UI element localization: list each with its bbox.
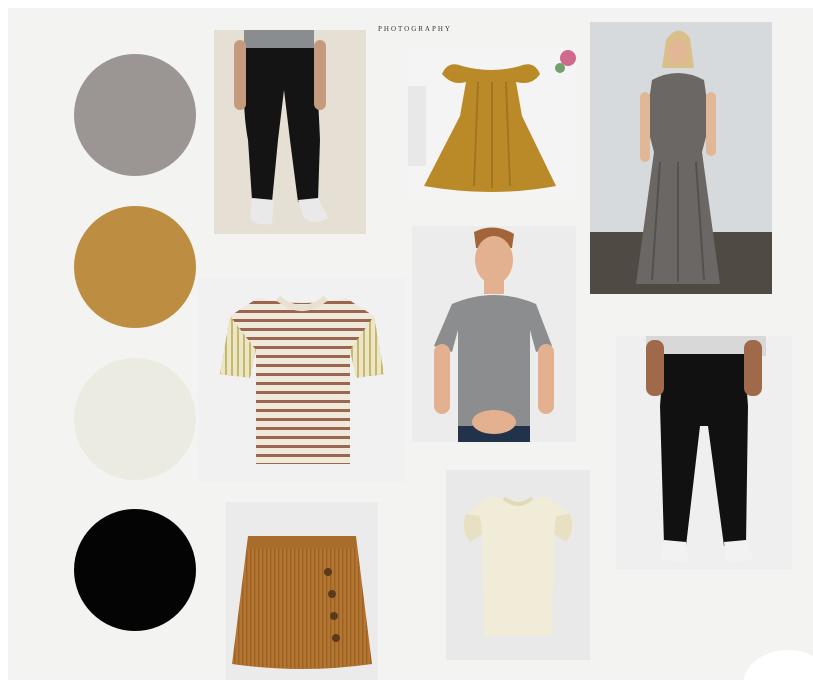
gray-maxi-dress-photo bbox=[590, 22, 772, 294]
logo-script bbox=[308, 8, 528, 20]
striped-tee-photo bbox=[198, 278, 406, 482]
corduroy-skirt-photo bbox=[226, 502, 378, 680]
swatch-gray bbox=[74, 54, 196, 176]
black-pants-image bbox=[616, 336, 792, 570]
gray-henley-image bbox=[412, 226, 576, 442]
black-joggers-photo bbox=[214, 30, 366, 234]
swatch-cream bbox=[74, 358, 196, 480]
cream-flutter-tee-photo bbox=[446, 470, 590, 660]
swatch-mustard bbox=[74, 206, 196, 328]
mustard-dress-image bbox=[408, 46, 576, 198]
black-pants-photo bbox=[616, 336, 792, 570]
cream-flutter-tee-image bbox=[446, 470, 590, 660]
gray-henley-man-photo bbox=[412, 226, 576, 442]
striped-tee-image bbox=[198, 278, 406, 482]
swatch-black bbox=[74, 509, 196, 631]
mustard-dress-photo bbox=[408, 46, 576, 198]
black-joggers-image bbox=[214, 30, 366, 234]
gray-maxi-dress-image bbox=[590, 22, 772, 294]
outfit-mood-board: PHOTOGRAPHY bbox=[8, 8, 813, 680]
corduroy-skirt-image bbox=[226, 502, 378, 680]
corner-decoration bbox=[743, 650, 813, 680]
